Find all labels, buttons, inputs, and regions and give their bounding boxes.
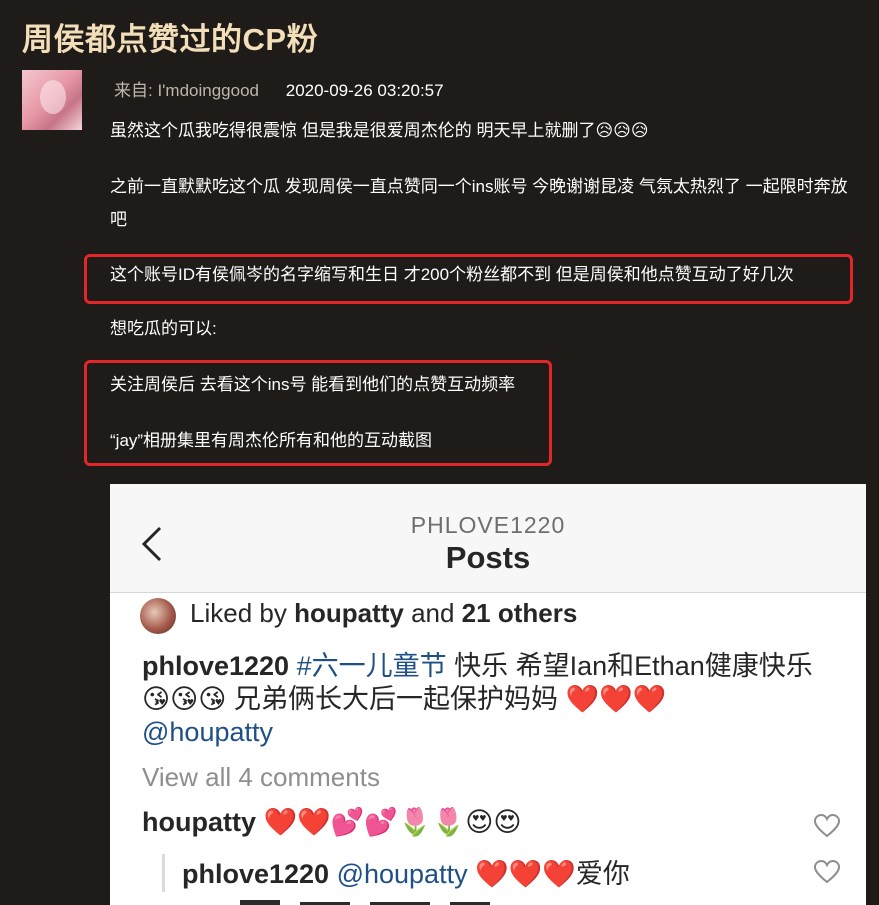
paragraph-5: 关注周侯后 去看这个ins号 能看到他们的点赞互动频率 [110, 375, 516, 394]
avatar[interactable] [22, 70, 82, 130]
ig-page-title: Posts [445, 540, 531, 575]
paragraph-2: 之前一直默默吃这个瓜 发现周侯一直点赞同一个ins账号 今晚谢谢昆凌 气氛太热烈… [110, 177, 848, 229]
author-label[interactable]: 来自: I'mdoinggood [114, 81, 259, 100]
liked-others[interactable]: 21 others [462, 598, 578, 628]
comment-2-user[interactable]: phlove1220 [182, 859, 329, 889]
liked-prefix: Liked by [190, 598, 295, 628]
caption-mention[interactable]: @houpatty [142, 717, 273, 747]
liked-mid: and [403, 598, 462, 628]
post-meta: 来自: I'mdoinggood 2020-09-26 03:20:57 [114, 76, 444, 101]
instagram-screenshot: PHLOVE1220 Posts Liked by houpatty and 2… [110, 484, 866, 905]
liked-user[interactable]: houpatty [294, 598, 404, 628]
reply-thread-line [162, 854, 165, 892]
paragraph-4: 想吃瓜的可以: [110, 319, 217, 338]
ig-header: PHLOVE1220 Posts [110, 484, 866, 593]
heart-outline-icon[interactable] [814, 860, 840, 884]
page-title: 周侯都点赞过的CP粉 [22, 22, 319, 57]
comment-1: houpatty ❤️❤️💕💕🌷🌷😍😍 [142, 806, 522, 838]
cropped-next-comment [240, 900, 490, 905]
ig-account-name: PHLOVE1220 [410, 512, 566, 538]
ig-caption: phlove1220 #六一儿童节 快乐 希望Ian和Ethan健康快乐 😘😘😘… [142, 650, 842, 749]
comment-1-text: ❤️❤️💕💕🌷🌷😍😍 [256, 807, 522, 837]
comment-2-mention[interactable]: @houpatty [329, 859, 468, 889]
paragraph-3: 这个账号ID有侯佩岑的名字缩写和生日 才200个粉丝都不到 但是周侯和他点赞互动… [110, 265, 794, 284]
heart-outline-icon[interactable] [814, 814, 840, 838]
comment-2-text: ❤️❤️❤️爱你 [467, 859, 630, 889]
comment-1-user[interactable]: houpatty [142, 807, 256, 837]
view-all-comments-link[interactable]: View all 4 comments [142, 762, 380, 793]
ig-liked-by[interactable]: Liked by houpatty and 21 others [190, 598, 577, 629]
caption-hashtag[interactable]: #六一儿童节 [297, 651, 447, 681]
post-time: 2020-09-26 03:20:57 [285, 81, 444, 100]
liker-avatar[interactable] [140, 598, 176, 634]
paragraph-1: 虽然这个瓜我吃得很震惊 但是我是很爱周杰伦的 明天早上就删了😥😥😥 [110, 121, 649, 140]
caption-user[interactable]: phlove1220 [142, 651, 289, 681]
comment-2: phlove1220 @houpatty ❤️❤️❤️爱你 [182, 852, 630, 891]
paragraph-6: “jay”相册集里有周杰伦所有和他的互动截图 [110, 431, 433, 450]
